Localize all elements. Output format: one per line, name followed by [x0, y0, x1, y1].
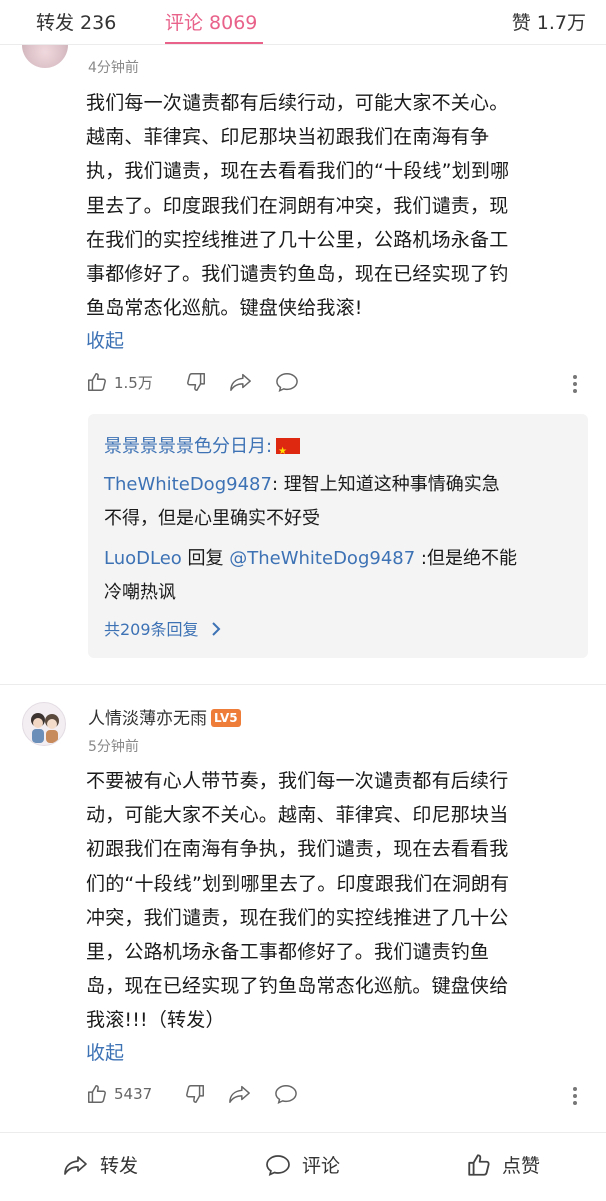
active-tab-indicator [165, 42, 263, 44]
reply-item: LuoDLeo 回复 @TheWhiteDog9487 :但是绝不能 冷嘲热讽 [104, 542, 564, 610]
tab-reposts[interactable]: 转发 236 [36, 8, 116, 35]
tab-comments[interactable]: 评论 8069 [165, 8, 257, 35]
view-all-replies-link[interactable]: 共209条回复 [104, 616, 222, 640]
like-button[interactable]: 1.5万 [86, 371, 153, 393]
level-badge: LV5 [211, 709, 241, 727]
reply-text: : 理智上知道这种事情确实急 [271, 474, 500, 495]
comment-line: 岛，现在已经实现了钓鱼岛常态化巡航。键盘侠给 [86, 975, 509, 998]
comment-line: 里，公路机场永备工事都修好了。我们谴责钓鱼 [86, 941, 490, 964]
comment-icon [266, 1154, 290, 1176]
comment-label: 评论 [302, 1155, 341, 1177]
comment-line: 里去了。印度跟我们在洞朗有冲突，我们谴责，现 [86, 194, 509, 217]
dislike-button[interactable] [185, 371, 207, 393]
username-label: 人情淡薄亦无雨 [88, 709, 207, 729]
like-button[interactable]: 5437 [86, 1083, 152, 1105]
repost-label: 转发 [100, 1155, 139, 1177]
comment-line: 动，可能大家不关心。越南、菲律宾、印尼那块当 [86, 804, 509, 827]
comment-line: 越南、菲律宾、印尼那块当初跟我们在南海有争 [86, 126, 490, 149]
bottom-action-bar: 转发 评论 点赞 [0, 1132, 606, 1201]
reply-text: 冷嘲热讽 [104, 582, 176, 603]
comment-line: 们的“十段线”划到哪里去了。印度跟我们在洞朗有 [86, 872, 510, 895]
comment-line: 鱼岛常态化巡航。键盘侠给我滚! [86, 297, 363, 320]
more-icon[interactable] [573, 1084, 578, 1108]
comment-button[interactable]: 评论 [264, 1151, 340, 1178]
china-flag-icon [276, 435, 301, 469]
comment-line: 我滚!!!（转发） [86, 1009, 225, 1032]
like-label: 点赞 [502, 1155, 541, 1177]
avatar[interactable] [22, 702, 66, 746]
reply-username[interactable]: LuoDLeo [104, 548, 182, 569]
share-button[interactable] [228, 1083, 252, 1105]
comment-time: 4分钟前 [88, 60, 139, 76]
collapse-link[interactable]: 收起 [86, 326, 124, 353]
like-count: 1.5万 [114, 373, 153, 392]
repost-button[interactable]: 转发 [62, 1151, 138, 1178]
comment-line: 事都修好了。我们谴责钓鱼岛，现在已经实现了钓 [86, 263, 509, 286]
reply-item: 景景景景景色分日月: [104, 430, 564, 469]
reply-item: TheWhiteDog9487: 理智上知道这种事情确实急 不得，但是心里确实不… [104, 468, 564, 536]
reply-text: 不得，但是心里确实不好受 [104, 508, 320, 529]
thumb-up-icon [88, 1085, 106, 1103]
reply-button[interactable] [274, 1083, 298, 1105]
share-icon [64, 1155, 87, 1175]
dislike-button[interactable] [184, 1083, 206, 1105]
comment-line: 不要被有心人带节奏，我们每一次谴责都有后续行 [86, 770, 509, 792]
comment-body: 我们每一次谴责都有后续行动，可能大家不关心。 越南、菲律宾、印尼那块当初跟我们在… [86, 86, 509, 325]
share-icon [230, 373, 251, 391]
divider [0, 684, 606, 685]
comment-body: 不要被有心人带节奏，我们每一次谴责都有后续行 动，可能大家不关心。越南、菲律宾、… [86, 764, 509, 1038]
thumb-up-icon [88, 373, 106, 391]
comment-actions: 5437 [86, 1079, 320, 1109]
thumb-down-icon [186, 1085, 205, 1103]
reply-button[interactable] [275, 371, 299, 393]
reply-username[interactable]: 景景景景景色分日月: [104, 436, 272, 457]
comment-line: 我们每一次谴责都有后续行动，可能大家不关心。 [86, 92, 509, 114]
like-post-button[interactable]: 点赞 [466, 1151, 540, 1178]
comment-line: 在我们的实控线推进了几十公里，公路机场永备工 [86, 228, 509, 251]
reply-username[interactable]: TheWhiteDog9487 [104, 474, 272, 495]
thumb-up-icon [468, 1153, 490, 1176]
comment-actions: 1.5万 [86, 367, 321, 397]
comment-line: 冲突，我们谴责，现在我们的实控线推进了几十公 [86, 906, 509, 929]
thumb-down-icon [186, 373, 205, 391]
comment-icon [275, 1085, 298, 1105]
comment-line: 初跟我们在南海有争执，我们谴责，现在去看看我 [86, 838, 509, 861]
comment-line: 执，我们谴责，现在去看看我们的“十段线”划到哪 [86, 160, 510, 183]
reply-text: :但是绝不能 [415, 548, 517, 569]
view-all-replies-label: 共209条回复 [104, 620, 199, 639]
share-button[interactable] [229, 371, 253, 393]
tab-bar: 转发 236 评论 8069 赞 1.7万 [0, 0, 606, 45]
mention-link[interactable]: @TheWhiteDog9487 [229, 548, 415, 569]
comment-time: 5分钟前 [88, 739, 139, 755]
chevron-right-icon [211, 622, 221, 636]
share-icon [229, 1085, 251, 1103]
collapse-link[interactable]: 收起 [86, 1038, 124, 1065]
more-icon[interactable] [573, 372, 578, 396]
reply-to-label: 回复 [181, 548, 230, 569]
like-count: 5437 [114, 1085, 153, 1103]
tab-likes[interactable]: 赞 1.7万 [512, 8, 586, 35]
reply-preview-box[interactable]: 景景景景景色分日月: TheWhiteDog9487: 理智上知道这种事情确实急… [88, 414, 588, 658]
comment-icon [276, 373, 298, 393]
comment-username[interactable]: 人情淡薄亦无雨 LV5 [88, 704, 241, 729]
